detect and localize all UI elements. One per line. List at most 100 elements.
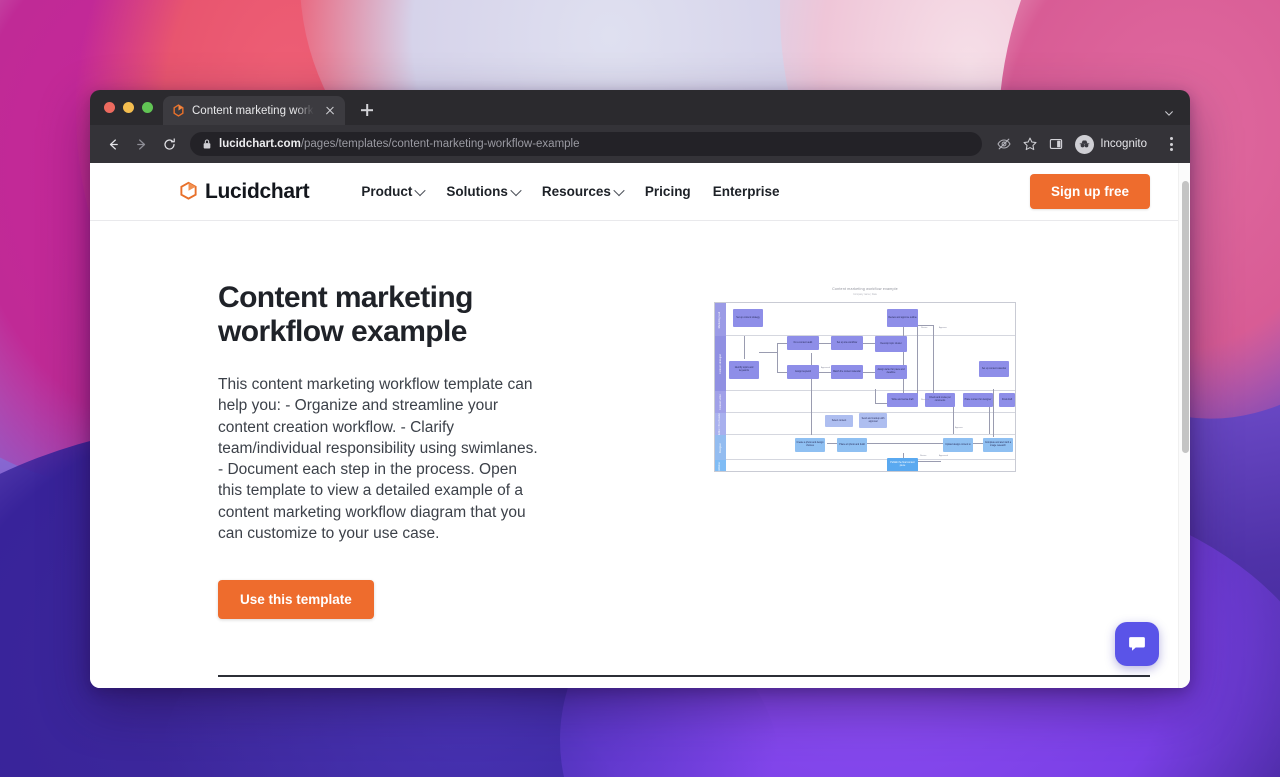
url-path: /pages/templates/content-marketing-workf… bbox=[300, 138, 580, 150]
connector-label: Revision bbox=[921, 399, 929, 401]
connector bbox=[933, 325, 934, 395]
forward-button[interactable] bbox=[128, 131, 154, 157]
connector bbox=[863, 372, 875, 373]
connector bbox=[989, 406, 990, 434]
tracking-protection-button[interactable] bbox=[992, 132, 1016, 156]
diagram-node[interactable]: Publish the final content piece bbox=[887, 458, 918, 471]
tab-search-chevron-down-icon[interactable] bbox=[1164, 108, 1174, 118]
connector bbox=[819, 372, 831, 373]
diagram-node[interactable]: Select content bbox=[825, 415, 853, 427]
connector bbox=[811, 413, 812, 435]
diagram-node[interactable]: Set up content strategy bbox=[733, 309, 763, 327]
thumbnail-title: Content marketing workflow example bbox=[832, 287, 898, 291]
lucidchart-logo-icon bbox=[180, 181, 197, 200]
connector-label: Revise bbox=[921, 327, 928, 329]
swimlane-label: Publisher bbox=[719, 461, 722, 472]
swimlane-label: Content writer bbox=[719, 394, 722, 410]
scrollbar-thumb[interactable] bbox=[1181, 181, 1189, 453]
use-this-template-button[interactable]: Use this template bbox=[218, 580, 374, 620]
lucidchart-favicon-icon bbox=[173, 104, 184, 117]
nav-item-enterprise[interactable]: Enterprise bbox=[713, 184, 780, 199]
hero-preview-column: Content marketing workflow example Compa… bbox=[580, 281, 1150, 619]
diagram-node[interactable]: Review and approve outline bbox=[887, 309, 918, 327]
diagram-node[interactable]: Complete and alert with a image research bbox=[983, 438, 1013, 452]
close-window-button[interactable] bbox=[104, 102, 115, 113]
sign-up-free-button[interactable]: Sign up free bbox=[1029, 174, 1150, 209]
diagram-node[interactable]: Set up site workflow bbox=[831, 336, 863, 350]
brand-name: Lucidchart bbox=[205, 179, 310, 203]
swimlane-row bbox=[715, 460, 1015, 471]
connector-label: Approve bbox=[939, 327, 947, 329]
template-thumbnail[interactable]: Content marketing workflow example Compa… bbox=[714, 287, 1016, 619]
address-bar[interactable]: lucidchart.com/pages/templates/content-m… bbox=[190, 132, 983, 156]
reload-icon bbox=[163, 137, 175, 150]
kebab-dot bbox=[1169, 148, 1173, 151]
nav-item-pricing[interactable]: Pricing bbox=[645, 184, 691, 199]
web-page: Lucidchart Product Solutions Resources P… bbox=[90, 163, 1178, 688]
diagram-node[interactable]: Assign writer for piece and deadline bbox=[875, 365, 907, 379]
site-nav: Product Solutions Resources Pricing Ente… bbox=[361, 184, 779, 199]
kebab-dot bbox=[1169, 137, 1173, 140]
diagram-node[interactable]: Final draft bbox=[999, 393, 1015, 407]
diagram-node[interactable]: Place content for designer bbox=[963, 393, 993, 407]
swimlane-header: Publisher bbox=[715, 460, 726, 472]
diagram-node[interactable]: Identify topics and keywords bbox=[729, 361, 759, 379]
nav-item-product[interactable]: Product bbox=[361, 184, 427, 199]
diagram-node[interactable]: Check and revise per comments bbox=[925, 393, 955, 407]
diagram-node[interactable]: Place art photo and build bbox=[837, 438, 867, 452]
diagram-node[interactable]: Set up content calendar bbox=[979, 361, 1009, 377]
back-button[interactable] bbox=[100, 131, 126, 157]
connector bbox=[917, 461, 941, 462]
diagram-node[interactable]: Do a content audit bbox=[787, 336, 819, 350]
browser-menu-button[interactable] bbox=[1160, 132, 1182, 156]
diagram-node[interactable]: Write and revise draft bbox=[887, 393, 918, 407]
swimlane-header: Content strategist bbox=[715, 336, 726, 391]
connector bbox=[777, 343, 787, 344]
maximize-window-button[interactable] bbox=[142, 102, 153, 113]
diagram-node[interactable]: Create a photo and design choices bbox=[795, 438, 825, 452]
nav-label: Resources bbox=[541, 184, 611, 199]
swimlane-row bbox=[715, 336, 1015, 391]
desktop-wallpaper: Content marketing workflow ex bbox=[0, 0, 1280, 777]
thumbnail-subtitle: Company name | Date bbox=[853, 293, 877, 296]
nav-label: Pricing bbox=[644, 184, 691, 199]
address-bar-url: lucidchart.com/pages/templates/content-m… bbox=[219, 138, 580, 150]
swimlane-header: Marketing lead bbox=[715, 303, 726, 336]
connector bbox=[777, 343, 778, 372]
connector bbox=[867, 443, 947, 444]
incognito-avatar-icon bbox=[1075, 134, 1095, 154]
lock-icon bbox=[203, 139, 211, 149]
diagram-node[interactable]: Match the content calendar bbox=[831, 365, 863, 379]
hero-text-column: Content marketing workflow example This … bbox=[218, 281, 540, 620]
workflow-diagram[interactable]: Marketing lead Content strategist Conten… bbox=[714, 302, 1016, 472]
side-panel-button[interactable] bbox=[1044, 132, 1068, 156]
connector bbox=[917, 325, 918, 397]
diagram-node[interactable]: Upload design content to bbox=[943, 438, 973, 452]
page-scrollbar[interactable] bbox=[1178, 163, 1190, 688]
diagram-node[interactable]: Assign keyword bbox=[787, 365, 819, 379]
page-viewport: Lucidchart Product Solutions Resources P… bbox=[90, 163, 1190, 688]
connector-label: Approve bbox=[955, 427, 963, 429]
arrow-right-icon bbox=[136, 138, 145, 150]
reload-button[interactable] bbox=[156, 131, 182, 157]
new-tab-button[interactable] bbox=[353, 96, 381, 124]
eye-slash-icon bbox=[997, 138, 1011, 150]
brand-logo[interactable]: Lucidchart bbox=[179, 179, 310, 204]
tab-title: Content marketing workflow ex bbox=[192, 104, 315, 117]
browser-tab[interactable]: Content marketing workflow ex bbox=[163, 96, 345, 125]
swimlane-header: Designer bbox=[715, 435, 726, 460]
chat-widget-button[interactable] bbox=[1115, 622, 1159, 666]
nav-item-solutions[interactable]: Solutions bbox=[446, 184, 522, 199]
profile-chip[interactable]: Incognito bbox=[1072, 131, 1156, 157]
diagram-node[interactable]: Develop topic cluster bbox=[875, 336, 907, 352]
connector bbox=[744, 336, 745, 359]
url-domain: lucidchart.com bbox=[219, 138, 301, 150]
minimize-window-button[interactable] bbox=[123, 102, 134, 113]
hero-description: This content marketing workflow template… bbox=[218, 376, 538, 542]
tab-close-icon[interactable] bbox=[322, 103, 338, 119]
browser-toolbar: lucidchart.com/pages/templates/content-m… bbox=[90, 125, 1190, 163]
nav-item-resources[interactable]: Resources bbox=[541, 184, 625, 199]
diagram-node[interactable]: Send and markup with approval bbox=[859, 413, 887, 428]
bookmark-button[interactable] bbox=[1018, 132, 1042, 156]
connector-label: Approved bbox=[939, 455, 948, 457]
